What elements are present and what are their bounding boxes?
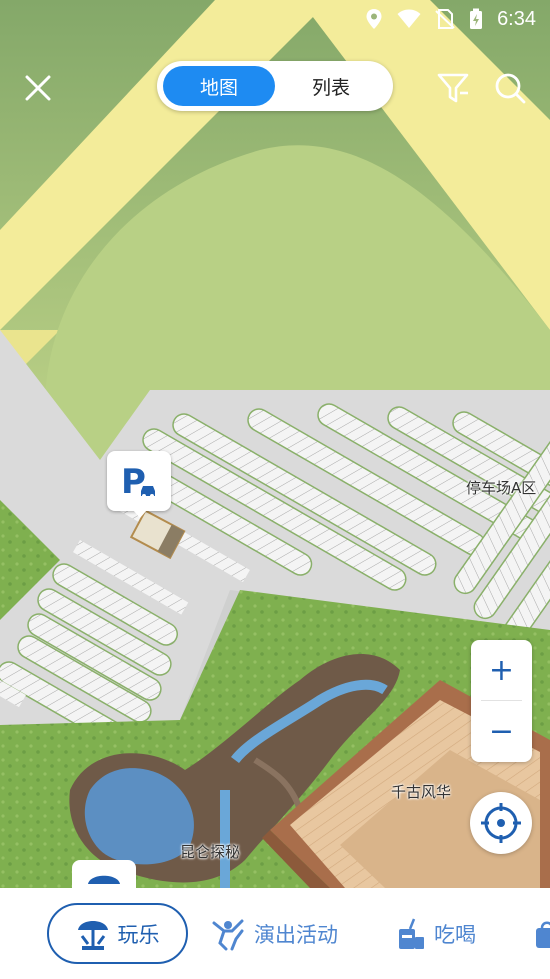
zoom-out-button[interactable]: −: [471, 701, 532, 762]
search-button[interactable]: [490, 68, 530, 108]
category-food[interactable]: 吃喝: [396, 903, 476, 964]
status-time: 6:34: [497, 7, 536, 30]
zoom-controls: + −: [471, 640, 532, 762]
category-play[interactable]: 玩乐: [47, 903, 188, 964]
map-label-parking-a[interactable]: 停车场A区: [466, 477, 536, 498]
filter-button[interactable]: [433, 68, 473, 108]
filter-icon: [437, 73, 469, 103]
parking-car-icon: P: [121, 462, 155, 501]
map-label-kunlun[interactable]: 昆仑探秘: [180, 841, 240, 862]
wifi-icon: [397, 9, 421, 28]
category-label: 演出活动: [254, 922, 338, 947]
location-icon: [366, 9, 382, 29]
category-label: 玩乐: [117, 922, 160, 947]
tab-map[interactable]: 地图: [163, 66, 275, 106]
map-header: 地图 列表: [0, 60, 550, 116]
map-canvas: [0, 0, 550, 888]
category-label: 吃喝: [434, 922, 476, 947]
umbrella-ride-icon: [88, 875, 120, 884]
shopping-bag-icon: [536, 921, 550, 948]
no-sim-icon: [435, 9, 455, 29]
umbrella-ride-icon: [77, 920, 108, 950]
close-icon: [25, 75, 51, 101]
search-icon: [495, 73, 526, 104]
locate-me-button[interactable]: [470, 792, 532, 854]
close-button[interactable]: [18, 68, 58, 108]
category-shopping[interactable]: [533, 903, 550, 964]
zoom-in-button[interactable]: +: [471, 640, 532, 701]
performer-icon: [212, 919, 244, 950]
view-toggle: 地图 列表: [157, 61, 393, 111]
drink-icon: [399, 918, 424, 949]
crosshair-icon: [481, 803, 521, 843]
battery-charging-icon: [470, 8, 483, 29]
category-bar: 玩乐 演出活动 吃喝: [0, 888, 550, 979]
tab-list[interactable]: 列表: [275, 66, 387, 106]
status-bar: 6:34: [0, 0, 550, 38]
map-label-qiangu[interactable]: 千古风华: [391, 781, 451, 802]
category-shows[interactable]: 演出活动: [210, 903, 338, 964]
park-map[interactable]: [0, 0, 550, 888]
parking-marker[interactable]: P: [107, 451, 171, 518]
